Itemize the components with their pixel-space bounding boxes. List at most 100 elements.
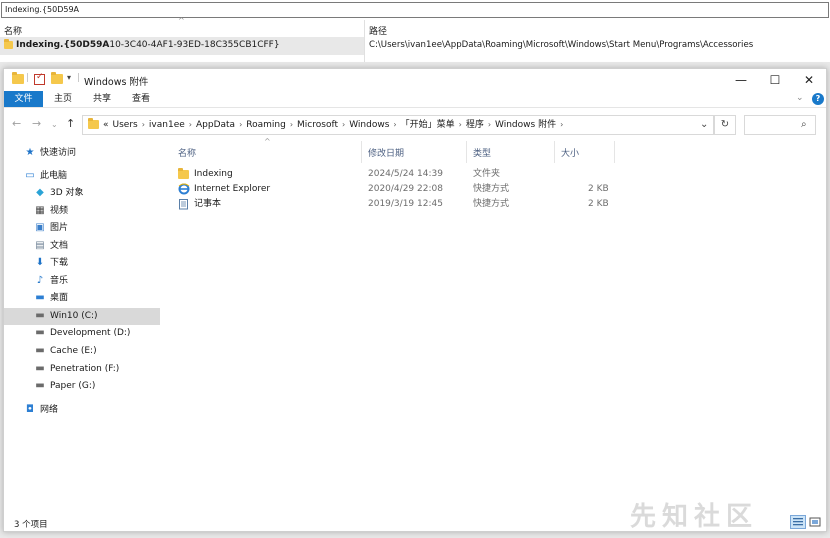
breadcrumb-item[interactable]: Microsoft (297, 116, 338, 134)
breadcrumb-item[interactable]: 「开始」菜单 (401, 116, 455, 134)
column-header-date[interactable]: 修改日期 (368, 146, 404, 159)
tab-home[interactable]: 主页 (48, 91, 78, 107)
address-bar[interactable]: « Users › ivan1ee › AppData › Roaming › Micr… (82, 115, 714, 135)
sidebar-item-label: 快速访问 (40, 148, 77, 158)
breadcrumb-item[interactable]: Windows 附件 (495, 116, 556, 134)
navigation-bar: ← → ⌄ ↑ « Users › ivan1ee › AppData › Roami… (4, 113, 826, 137)
document-icon: ▤ (35, 240, 45, 251)
large-icons-view-button[interactable] (808, 515, 822, 529)
sidebar-item[interactable]: ▦ 视频 (4, 203, 160, 220)
minimize-button[interactable]: — (724, 69, 758, 91)
file-name: Indexing (194, 169, 233, 179)
file-type: 快捷方式 (473, 184, 510, 194)
column-header-path[interactable]: 路径 (369, 24, 387, 37)
sidebar-item[interactable]: ◆ 3D 对象 (4, 185, 160, 202)
column-divider[interactable] (361, 141, 362, 163)
navigation-pane: ★ 快速访问 ▭ 此电脑 ◆ 3D 对象 ▦ 视频 ▣ 图片 ▤ 文档 ⬇ 下载 ♪ 音乐 ▬ 桌面 ▬ Win10 … (4, 145, 160, 505)
video-icon: ▦ (35, 205, 45, 216)
chevron-down-icon[interactable]: ⌄ (700, 119, 708, 130)
help-icon[interactable]: ? (812, 93, 824, 105)
chevron-right-icon[interactable]: › (342, 116, 345, 134)
forward-arrow-icon[interactable]: → (32, 117, 41, 130)
column-divider[interactable] (466, 141, 467, 163)
column-header-type[interactable]: 类型 (473, 146, 491, 159)
sidebar-item-label: Win10 (C:) (50, 311, 98, 321)
file-list: ^ 名称 修改日期 类型 大小 Indexing 2024/5/24 14:39… (168, 137, 826, 521)
chevron-right-icon[interactable]: › (488, 116, 491, 134)
file-row[interactable]: Indexing 2024/5/24 14:39 文件夹 (168, 167, 618, 182)
column-header-name[interactable]: 名称 (178, 146, 196, 159)
recent-locations-icon[interactable]: ⌄ (51, 120, 58, 129)
sidebar-item[interactable]: ▬ Win10 (C:) (4, 308, 160, 325)
search-query-input[interactable]: Indexing.{50D59A (1, 2, 829, 18)
folder-icon (88, 118, 99, 132)
ribbon-tabs: 文件 主页 共享 查看 ⌄ ? (4, 91, 826, 108)
breadcrumb-item[interactable]: Roaming (246, 116, 286, 134)
file-row[interactable]: 记事本 2019/3/19 12:45 快捷方式 2 KB (168, 197, 618, 212)
column-header-name[interactable]: 名称 (4, 24, 22, 37)
search-input[interactable]: ⌕ (744, 115, 816, 135)
download-icon: ⬇ (35, 257, 45, 268)
breadcrumb-item[interactable]: Users (113, 116, 138, 134)
chevron-down-icon[interactable]: ⌄ (796, 93, 804, 103)
file-row[interactable]: Internet Explorer 2020/4/29 22:08 快捷方式 2… (168, 182, 618, 197)
sidebar-item[interactable]: ♪ 音乐 (4, 273, 160, 290)
chevron-right-icon[interactable]: › (189, 116, 192, 134)
column-header-size[interactable]: 大小 (561, 146, 579, 159)
file-type: 快捷方式 (473, 199, 510, 209)
sidebar-item-label: Cache (E:) (50, 346, 97, 356)
large-icons-view-icon (809, 517, 821, 527)
tab-view[interactable]: 查看 (126, 91, 156, 107)
breadcrumb-item[interactable]: ivan1ee (149, 116, 185, 134)
sidebar-item[interactable]: ▬ Penetration (F:) (4, 361, 160, 378)
column-divider[interactable] (614, 141, 615, 163)
refresh-button[interactable]: ↻ (714, 115, 736, 135)
column-divider[interactable] (554, 141, 555, 163)
folder-icon (178, 168, 190, 180)
sidebar-item[interactable]: ⬇ 下载 (4, 255, 160, 272)
sidebar-item-label: 此电脑 (40, 171, 68, 181)
tab-share[interactable]: 共享 (87, 91, 117, 107)
back-arrow-icon[interactable]: ← (12, 117, 21, 130)
new-folder-icon[interactable] (51, 72, 63, 87)
sidebar-item[interactable]: ▬ 桌面 (4, 290, 160, 307)
breadcrumb-item[interactable]: 程序 (466, 116, 484, 134)
drive-icon: ▬ (35, 327, 45, 338)
breadcrumb-item[interactable]: Windows (349, 116, 389, 134)
desktop-icon: ▬ (35, 292, 45, 303)
sidebar-item[interactable]: ◘ 网络 (4, 402, 160, 419)
star-icon: ★ (25, 147, 35, 158)
chevron-right-icon[interactable]: › (560, 116, 563, 134)
chevron-right-icon[interactable]: › (393, 116, 396, 134)
item-count: 3 个项目 (14, 520, 48, 530)
sidebar-item-label: 文档 (50, 241, 69, 251)
chevron-right-icon[interactable]: › (239, 116, 242, 134)
file-type: 文件夹 (473, 169, 501, 179)
sidebar-item[interactable]: ▬ Development (D:) (4, 325, 160, 342)
sidebar-item[interactable]: ★ 快速访问 (4, 145, 160, 162)
sidebar-item[interactable]: ▬ Cache (E:) (4, 343, 160, 360)
up-arrow-icon[interactable]: ↑ (66, 117, 75, 130)
sidebar-item[interactable]: ▤ 文档 (4, 238, 160, 255)
title-bar[interactable]: | ✓ ▾ | Windows 附件 — ☐ ✕ (4, 69, 826, 91)
breadcrumb-item[interactable]: AppData (196, 116, 235, 134)
properties-check-icon[interactable]: ✓ (34, 72, 45, 85)
details-view-button[interactable] (790, 515, 806, 529)
sidebar-item[interactable]: ▣ 图片 (4, 220, 160, 237)
customize-quick-access-icon[interactable]: ▾ (67, 73, 71, 82)
file-name: 记事本 (194, 199, 222, 209)
breadcrumb-overflow[interactable]: « (103, 116, 109, 134)
sidebar-item-label: 桌面 (50, 293, 69, 303)
sidebar-item[interactable]: ▬ Paper (G:) (4, 378, 160, 395)
search-result-name[interactable]: Indexing.{50D59A10-3C40-4AF1-93ED-18C355… (16, 40, 280, 50)
chevron-right-icon[interactable]: › (142, 116, 145, 134)
file-date: 2024/5/24 14:39 (368, 169, 443, 179)
close-button[interactable]: ✕ (792, 69, 826, 91)
column-divider[interactable] (364, 20, 365, 62)
maximize-button[interactable]: ☐ (758, 69, 792, 91)
tab-file[interactable]: 文件 (4, 91, 43, 107)
sidebar-item[interactable]: ▭ 此电脑 (4, 168, 160, 185)
chevron-right-icon[interactable]: › (459, 116, 462, 134)
chevron-right-icon[interactable]: › (290, 116, 293, 134)
sidebar-item-label: 下载 (50, 258, 69, 268)
